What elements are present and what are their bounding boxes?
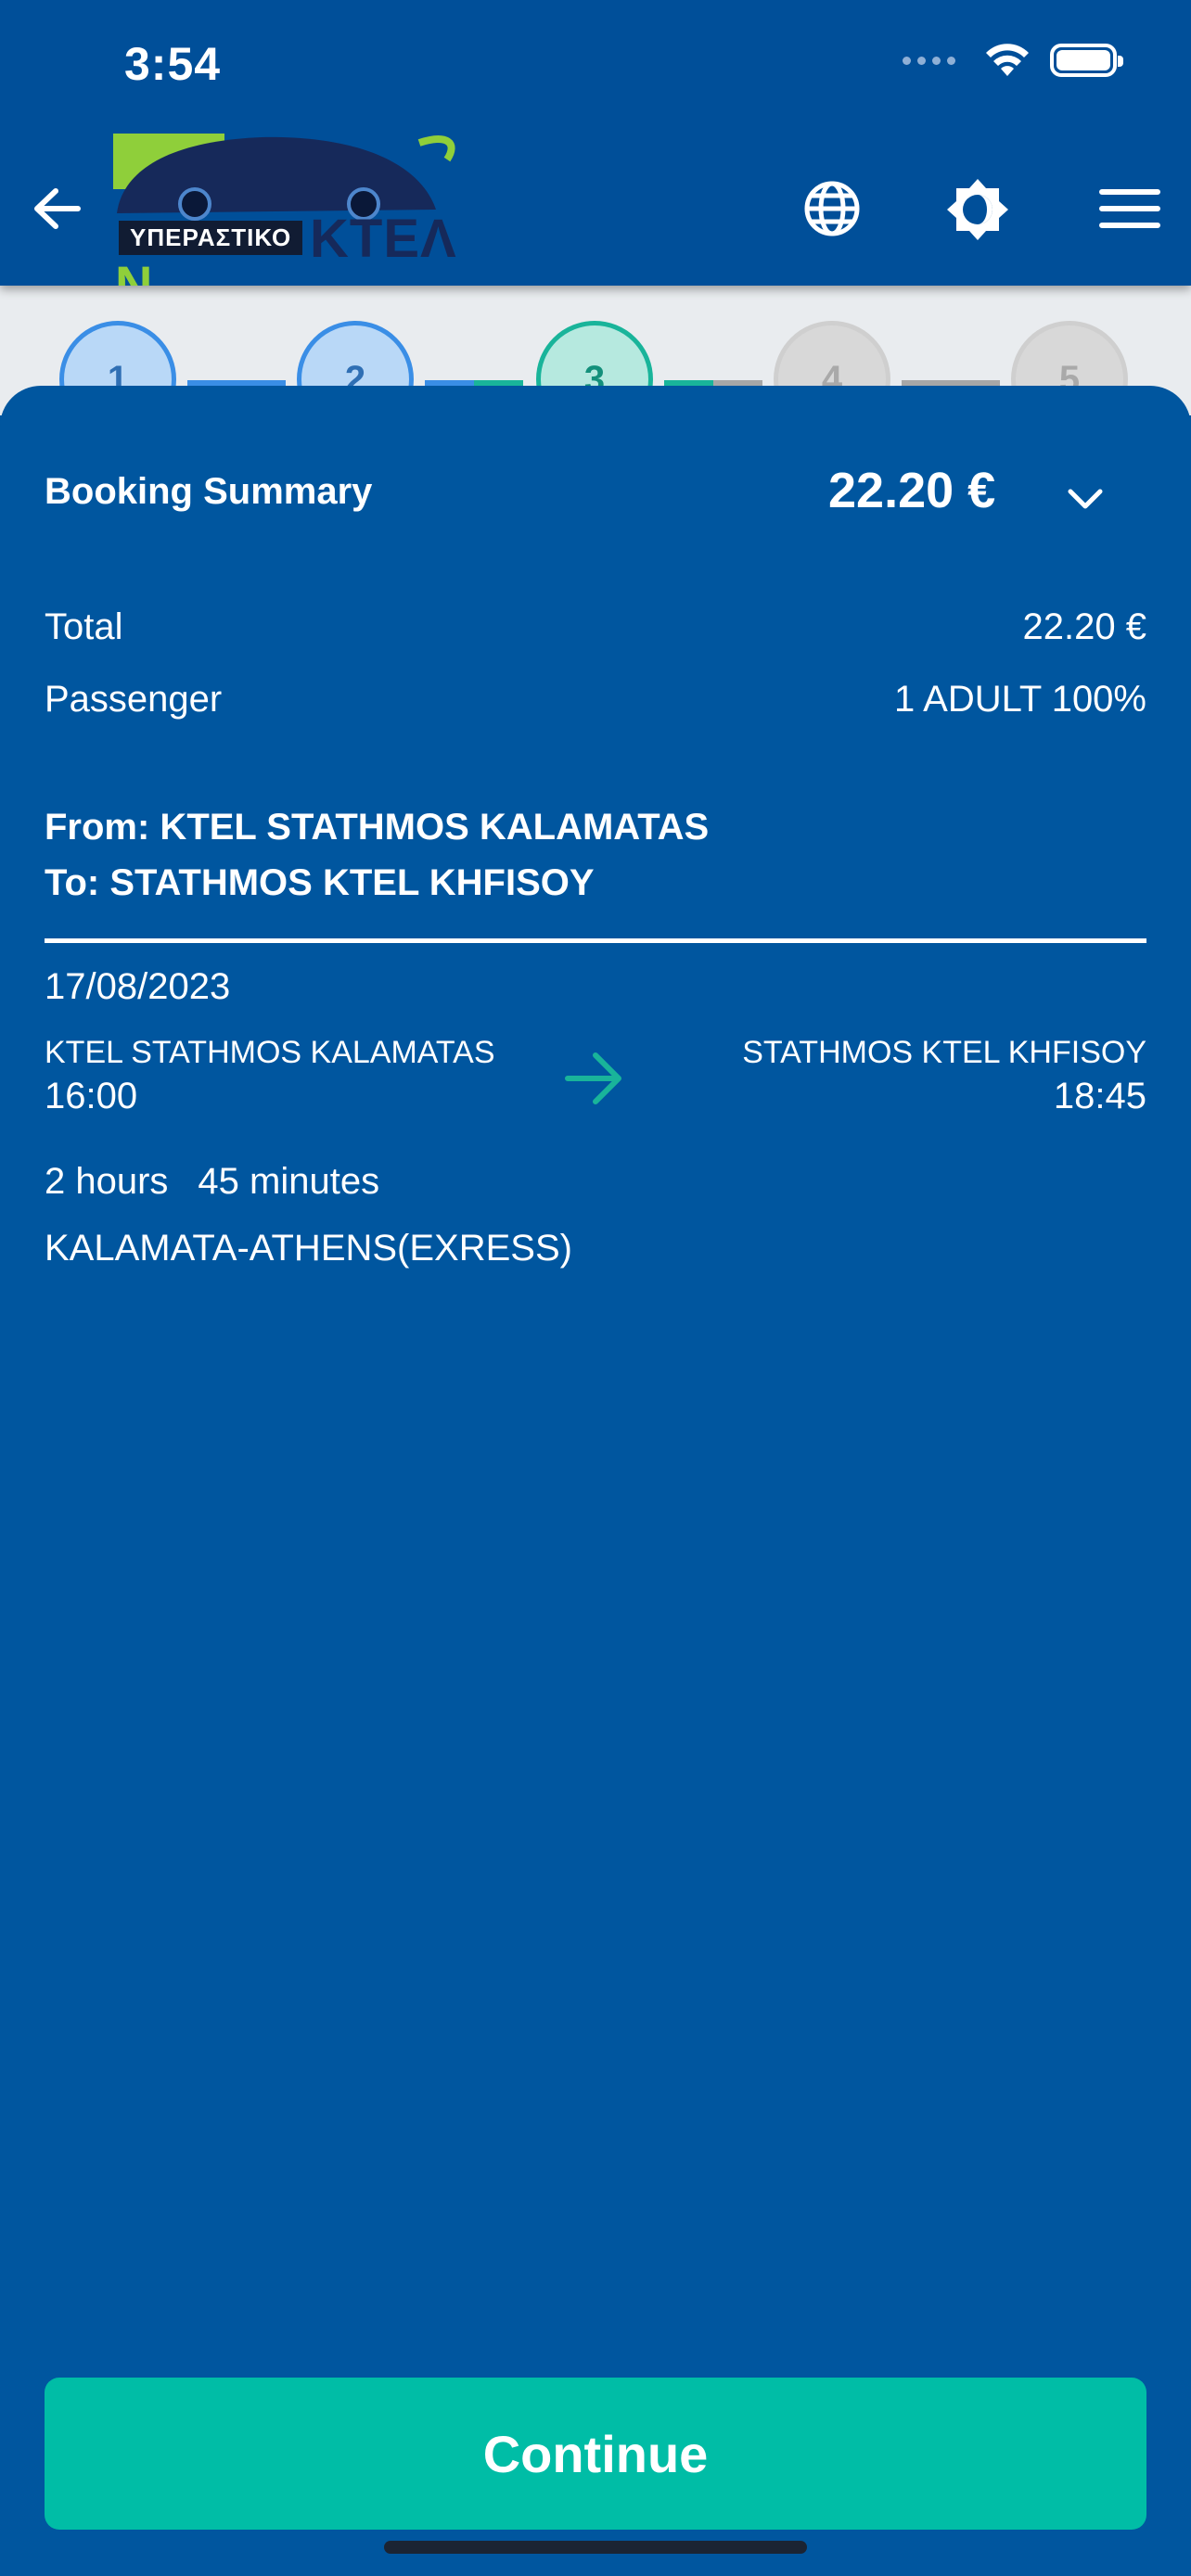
menu-button[interactable]	[1095, 176, 1165, 241]
collapse-summary-button[interactable]	[1057, 471, 1113, 527]
passenger-label: Passenger	[45, 679, 223, 720]
wifi-icon	[986, 44, 1029, 76]
theme-icon	[947, 179, 1008, 240]
divider	[45, 938, 1146, 943]
route-line-name: KALAMATA-ATHENS(EXRESS)	[45, 1228, 572, 1269]
language-button[interactable]	[800, 176, 864, 241]
company-logo: ΥΠΕΡΑΣΤΙΚΟ ΚΤΕΛ Ν. ΜΕΣΣΗΝΙΑΣ	[113, 124, 475, 286]
summary-title: Booking Summary	[45, 471, 373, 512]
summary-total-amount: 22.20 €	[828, 463, 996, 518]
passenger-value: 1 ADULT 100%	[893, 679, 1146, 720]
status-time: 3:54	[124, 38, 222, 90]
route-to: To: STATHMOS KTEL KHFISOY	[45, 862, 595, 903]
arrival-time: 18:45	[1053, 1076, 1146, 1116]
total-row: Total 22.20 €	[45, 606, 1146, 648]
continue-button[interactable]: Continue	[45, 2378, 1146, 2530]
logo-text-top: ΥΠΕΡΑΣΤΙΚΟ	[119, 221, 303, 255]
status-icons	[903, 43, 1123, 78]
arrival-stop: STATHMOS KTEL KHFISOY	[742, 1035, 1146, 1070]
app-header: 3:54 ΥΠΕΡΑΣΤΙΚΟ ΚΤΕΛ Ν. ΜΕΣΣΗΝΙΑΣ	[0, 0, 1191, 286]
total-value: 22.20 €	[1022, 606, 1146, 647]
departure-time: 16:00	[45, 1076, 138, 1116]
globe-icon	[804, 181, 860, 236]
chevron-down-icon	[1068, 489, 1103, 509]
battery-icon	[1050, 44, 1123, 77]
back-arrow-icon	[34, 188, 81, 229]
theme-toggle-button[interactable]	[944, 176, 1011, 243]
booking-summary-sheet: Booking Summary 22.20 € Total 22.20 € Pa…	[0, 386, 1191, 2576]
arrow-right-icon	[565, 1052, 621, 1104]
trip-duration: 2 hours 45 minutes	[45, 1161, 379, 1203]
duration-hours: 2 hours	[45, 1161, 169, 1202]
cellular-signal-icon	[903, 56, 955, 65]
logo-text-region: Ν. ΜΕΣΣΗΝΙΑΣ	[115, 255, 171, 286]
departure-stop: KTEL STATHMOS KALAMATAS	[45, 1035, 495, 1070]
home-indicator	[384, 2541, 807, 2554]
total-label: Total	[45, 606, 123, 647]
passenger-row: Passenger 1 ADULT 100%	[45, 679, 1146, 721]
duration-minutes: 45 minutes	[198, 1161, 380, 1202]
trip-date: 17/08/2023	[45, 966, 231, 1007]
back-button[interactable]	[24, 176, 89, 241]
menu-icon	[1099, 189, 1160, 228]
route-from: From: KTEL STATHMOS KALAMATAS	[45, 807, 710, 848]
